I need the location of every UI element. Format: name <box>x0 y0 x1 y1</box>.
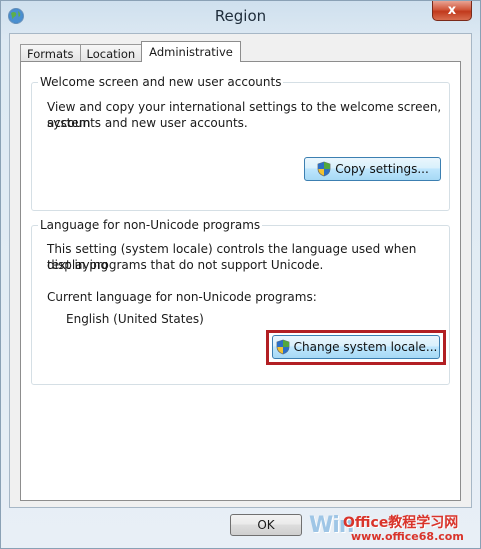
uac-shield-icon <box>317 161 331 177</box>
ok-button[interactable]: OK <box>230 514 302 536</box>
watermark-url: www.office68.com <box>351 530 464 543</box>
non-unicode-group-title: Language for non-Unicode programs <box>38 218 263 232</box>
tab-administrative[interactable]: Administrative <box>141 41 241 62</box>
welcome-group-title: Welcome screen and new user accounts <box>38 75 284 89</box>
dialog-body: Formats Location Administrative Welcome … <box>9 33 472 508</box>
copy-settings-label: Copy settings... <box>335 162 429 176</box>
watermark-right-text: Office教程学习网 <box>343 515 459 531</box>
current-language-label: Current language for non-Unicode program… <box>47 290 317 304</box>
window-title: Region <box>214 7 267 25</box>
current-language-value: English (United States) <box>66 312 204 326</box>
non-unicode-group: Language for non-Unicode programs This s… <box>31 218 450 385</box>
region-dialog: Region x Formats Location Administrative… <box>0 0 481 549</box>
close-button[interactable]: x <box>432 1 472 21</box>
tab-formats[interactable]: Formats <box>20 44 81 62</box>
tab-location[interactable]: Location <box>79 44 143 62</box>
title-bar[interactable]: Region x <box>1 1 480 33</box>
change-system-locale-label: Change system locale... <box>293 340 438 354</box>
uac-shield-icon <box>276 339 290 355</box>
change-system-locale-button[interactable]: Change system locale... <box>272 335 440 359</box>
copy-settings-button[interactable]: Copy settings... <box>304 157 441 181</box>
welcome-description-line2: accounts and new user accounts. <box>47 116 248 130</box>
close-icon: x <box>447 3 457 18</box>
tab-strip: Formats Location Administrative <box>20 40 241 62</box>
watermark: Win Office教程学习网 www.office68.com <box>309 511 479 547</box>
non-unicode-description-line2: text in programs that do not support Uni… <box>47 258 324 272</box>
welcome-screen-group: Welcome screen and new user accounts Vie… <box>31 75 450 211</box>
administrative-panel: Welcome screen and new user accounts Vie… <box>20 61 461 501</box>
ok-button-label: OK <box>257 518 275 532</box>
